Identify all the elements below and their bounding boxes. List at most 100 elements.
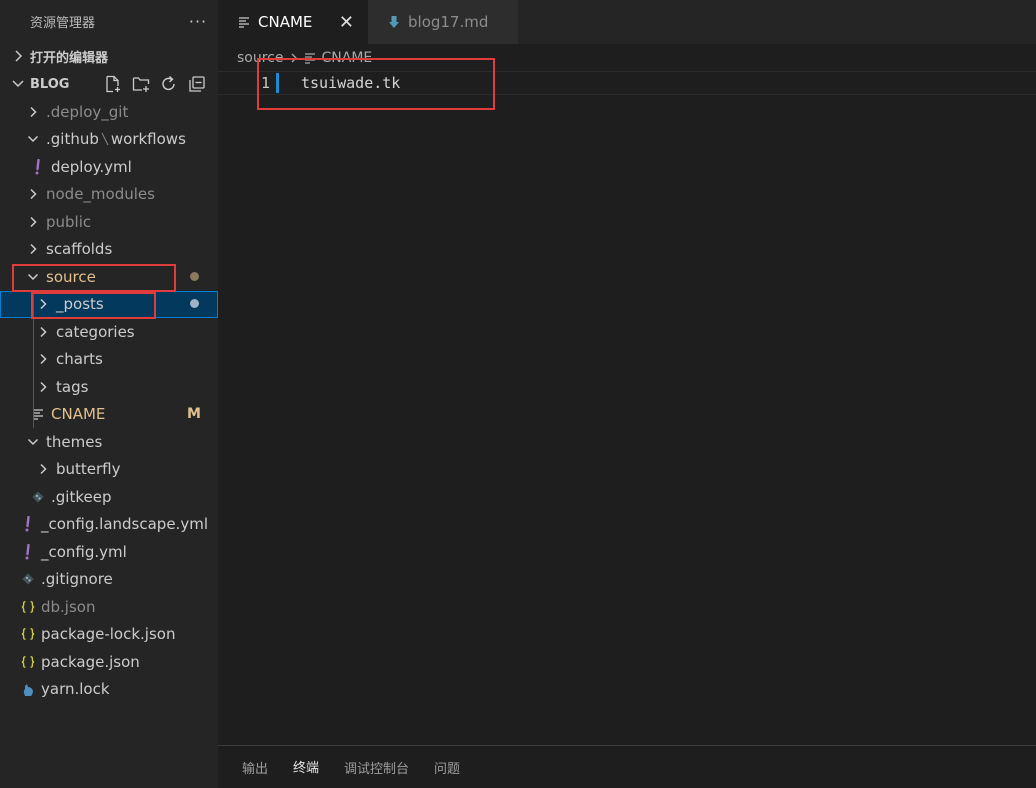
yarn-file-icon — [21, 681, 35, 697]
tree-item-label: .gitignore — [41, 570, 113, 589]
panel-tab-output[interactable]: 输出 — [242, 746, 268, 788]
tree-item-label: yarn.lock — [41, 680, 110, 699]
tree-item[interactable]: db.json — [0, 593, 218, 621]
tree-item[interactable]: public — [0, 208, 218, 236]
chevron-right-icon — [36, 381, 50, 393]
tree-item[interactable]: .gitkeep — [0, 483, 218, 511]
tree-item[interactable]: deploy.yml — [0, 153, 218, 181]
close-icon[interactable]: ✕ — [339, 12, 354, 33]
tree-item-label: .github — [46, 130, 99, 149]
markdown-file-icon — [388, 15, 400, 29]
tree-item[interactable]: .deploy_git — [0, 98, 218, 126]
chevron-right-icon — [36, 326, 50, 338]
tree-item[interactable]: source — [0, 263, 218, 291]
tree-item-label: themes — [46, 432, 103, 451]
tree-item-label: source — [46, 267, 96, 286]
tree-item[interactable]: butterfly — [0, 456, 218, 484]
indent-guide — [33, 290, 34, 428]
tree-item-label: _config.landscape.yml — [41, 515, 208, 534]
chevron-down-icon — [26, 134, 40, 144]
tree-item-label: categories — [56, 322, 135, 341]
tab-blog17[interactable]: blog17.md — [368, 0, 518, 44]
chevron-right-icon — [36, 463, 50, 475]
tree-item[interactable]: _config.landscape.yml — [0, 511, 218, 539]
json-file-icon — [21, 627, 35, 641]
new-folder-icon[interactable] — [132, 75, 150, 93]
tree-item-label: deploy.yml — [51, 157, 132, 176]
tree-item[interactable]: .github workflows — [0, 126, 218, 154]
chevron-right-icon — [12, 50, 24, 62]
open-editors-label: 打开的编辑器 — [30, 50, 109, 66]
yaml-file-icon — [31, 158, 45, 175]
tab-label: blog17.md — [408, 13, 489, 31]
editor-area[interactable]: source CNAME 1 tsuiwade.tk — [218, 44, 1036, 745]
new-file-icon[interactable] — [104, 75, 122, 93]
chevron-right-icon — [26, 216, 40, 228]
collapse-all-icon[interactable] — [188, 75, 206, 93]
text-file-icon — [304, 52, 316, 64]
tree-item-label: _config.yml — [41, 542, 127, 561]
tree-item-label: tags — [56, 377, 89, 396]
chevron-right-icon — [36, 353, 50, 365]
modified-line-gutter — [276, 73, 279, 93]
chevron-right-icon — [36, 298, 50, 310]
file-tree: .deploy_git .github workflows deploy.yml nod… — [0, 98, 218, 703]
explorer-sidebar: 资源管理器 ··· 打开的编辑器 BLOG .deploy_git .githu… — [0, 0, 218, 788]
tree-item-label: package-lock.json — [41, 625, 176, 644]
tree-item[interactable]: yarn.lock — [0, 676, 218, 704]
open-editors-section[interactable]: 打开的编辑器 — [0, 42, 218, 70]
code-text[interactable]: tsuiwade.tk — [301, 74, 400, 92]
chevron-right-icon — [26, 106, 40, 118]
tree-item-label: .deploy_git — [46, 102, 129, 121]
git-file-icon — [21, 572, 35, 586]
tree-item-label: package.json — [41, 652, 140, 671]
panel-tab-terminal[interactable]: 终端 — [293, 746, 320, 788]
tree-item[interactable]: package-lock.json — [0, 621, 218, 649]
chevron-down-icon — [12, 79, 24, 89]
path-separator-icon — [100, 131, 110, 147]
bottom-panel-tabs: 输出 终端 调试控制台 问题 — [218, 745, 1036, 788]
tree-item-label: CNAME — [51, 405, 106, 424]
tree-item-label: _posts — [56, 295, 104, 314]
json-file-icon — [21, 600, 35, 614]
panel-tab-debug-console[interactable]: 调试控制台 — [344, 746, 409, 788]
text-file-icon — [238, 16, 250, 28]
tree-item[interactable]: themes — [0, 428, 218, 456]
breadcrumb-item[interactable]: CNAME — [322, 50, 373, 66]
line-number: 1 — [260, 74, 270, 92]
workspace-label: BLOG — [30, 76, 70, 92]
tree-item-label: butterfly — [56, 460, 121, 479]
explorer-actions — [104, 75, 206, 93]
git-file-icon — [31, 490, 45, 504]
tree-item-label: scaffolds — [46, 240, 113, 259]
yaml-file-icon — [21, 543, 35, 560]
tree-item-label: .gitkeep — [51, 487, 112, 506]
refresh-icon[interactable] — [160, 75, 178, 93]
tree-item[interactable]: .gitignore — [0, 566, 218, 594]
tree-item[interactable]: scaffolds — [0, 236, 218, 264]
tree-item-label: workflows — [110, 130, 186, 149]
explorer-title: 资源管理器 — [30, 15, 96, 31]
tree-item[interactable]: node_modules — [0, 181, 218, 209]
editor-tabs: CNAME ✕ blog17.md — [218, 0, 1036, 44]
panel-tab-problems[interactable]: 问题 — [434, 746, 460, 788]
yaml-file-icon — [21, 516, 35, 532]
tab-cname[interactable]: CNAME ✕ — [218, 0, 368, 44]
chevron-down-icon — [26, 437, 40, 447]
tree-item[interactable]: package.json — [0, 648, 218, 676]
chevron-right-icon — [26, 188, 40, 200]
tab-label: CNAME — [258, 13, 313, 31]
tree-item-label: db.json — [41, 597, 96, 616]
explorer-header: 资源管理器 ··· — [0, 0, 218, 42]
more-actions-button[interactable]: ··· — [178, 12, 218, 31]
workspace-section[interactable]: BLOG — [0, 70, 218, 98]
chevron-down-icon — [26, 272, 40, 282]
breadcrumb: source CNAME — [218, 44, 1036, 71]
breadcrumb-item[interactable]: source — [237, 50, 284, 66]
code-line[interactable]: 1 tsuiwade.tk — [218, 71, 1036, 95]
git-modified-badge: M — [187, 406, 201, 423]
chevron-right-icon — [290, 52, 298, 64]
tree-item[interactable]: _config.yml — [0, 538, 218, 566]
chevron-right-icon — [26, 243, 40, 255]
modified-dot-icon — [184, 296, 204, 312]
